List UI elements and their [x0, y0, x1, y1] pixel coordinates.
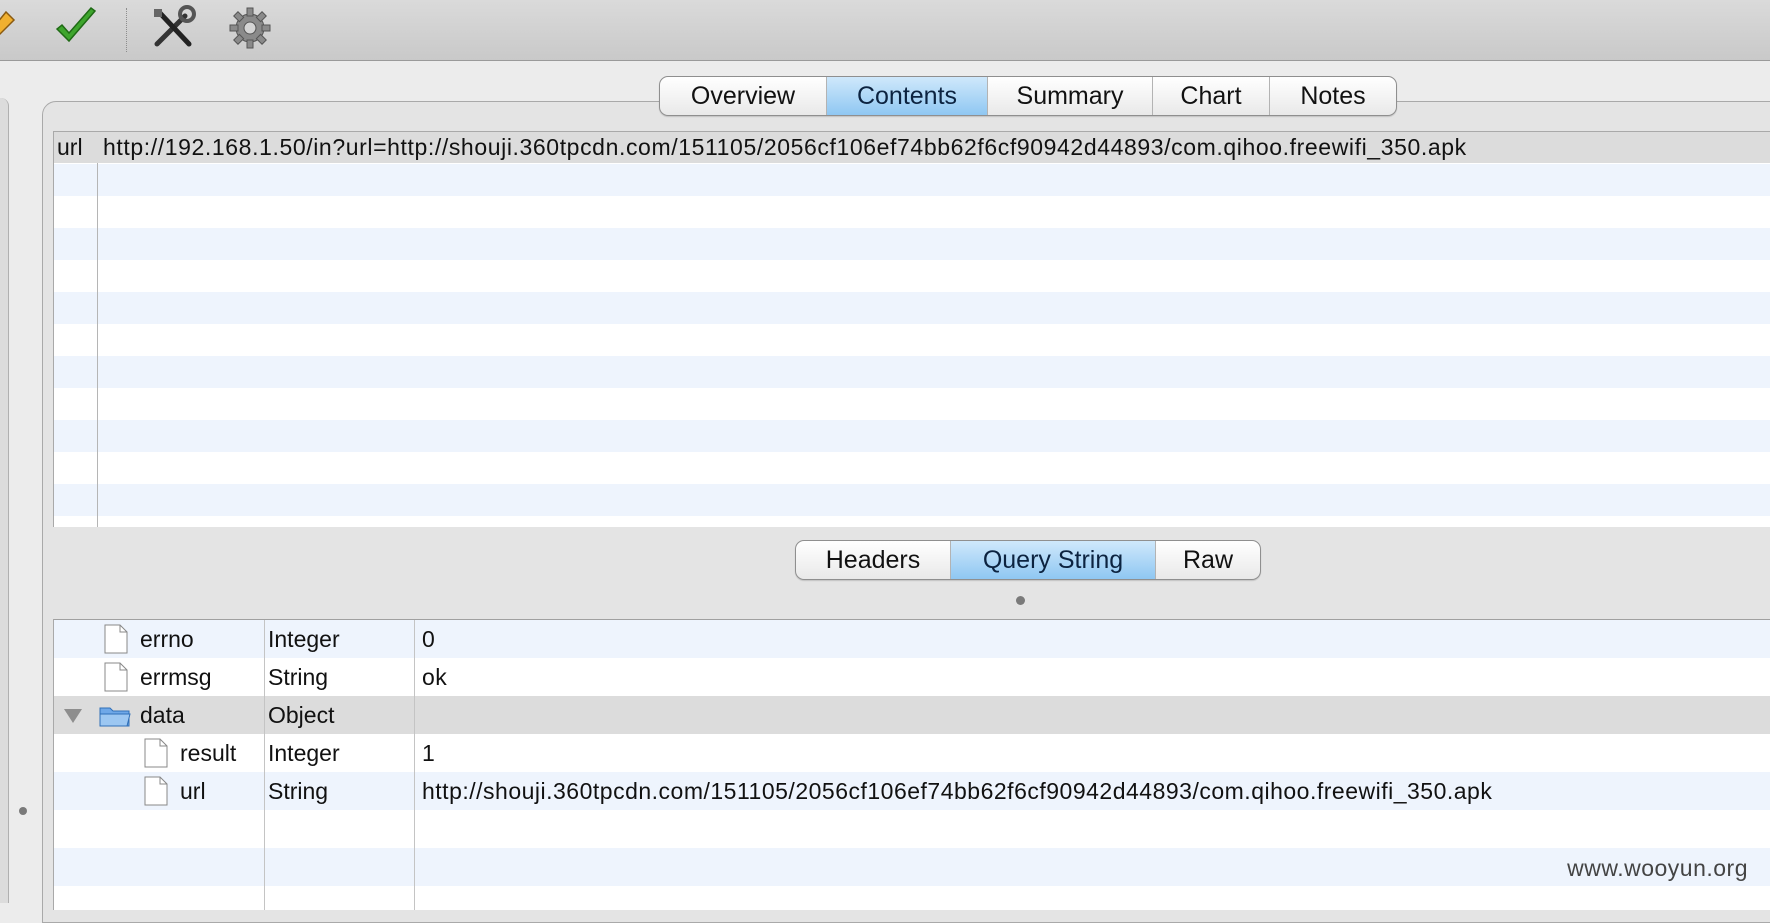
- document-icon: [104, 662, 128, 692]
- tab-raw[interactable]: Raw: [1156, 541, 1260, 579]
- tools-icon[interactable]: [149, 4, 197, 52]
- tree-row-type: Integer: [268, 625, 340, 652]
- tree-row-type: String: [268, 777, 329, 804]
- tree-row-empty: [54, 848, 1770, 886]
- query-string-tree[interactable]: errno Integer 0 errmsg String ok data Ob…: [53, 619, 1770, 910]
- tree-row-errno[interactable]: errno Integer 0: [54, 620, 1770, 658]
- tree-row-type: String: [268, 663, 329, 690]
- document-icon: [144, 738, 168, 768]
- tree-row-type: Integer: [268, 739, 340, 766]
- tree-row-type: Object: [268, 701, 335, 728]
- request-url-list[interactable]: url http://192.168.1.50/in?url=http://sh…: [53, 131, 1770, 527]
- url-row[interactable]: url http://192.168.1.50/in?url=http://sh…: [54, 132, 1770, 163]
- document-icon: [104, 624, 128, 654]
- toolbar: [0, 0, 1770, 61]
- checkmark-icon[interactable]: [52, 4, 100, 52]
- tree-row-value: ok: [422, 663, 448, 690]
- column-divider: [264, 620, 265, 910]
- tree-row-name: errno: [140, 625, 194, 652]
- splitter-handle-bottom[interactable]: [1016, 596, 1025, 605]
- tree-row-value: 0: [422, 625, 436, 652]
- url-key: url: [57, 134, 83, 160]
- tree-row-name: url: [180, 777, 206, 804]
- content-tabs: Overview Contents Summary Chart Notes: [659, 76, 1397, 116]
- disclosure-triangle-icon[interactable]: [64, 709, 82, 723]
- watermark: www.wooyun.org: [1567, 855, 1748, 881]
- tree-row-url[interactable]: url String http://shouji.360tpcdn.com/15…: [54, 772, 1770, 810]
- tab-overview[interactable]: Overview: [660, 77, 827, 115]
- tab-notes[interactable]: Notes: [1270, 77, 1396, 115]
- document-icon: [144, 776, 168, 806]
- tree-row-data[interactable]: data Object: [54, 696, 1770, 734]
- tab-contents[interactable]: Contents: [827, 77, 988, 115]
- tab-headers[interactable]: Headers: [796, 541, 951, 579]
- tree-row-empty: [54, 886, 1770, 910]
- tree-row-errmsg[interactable]: errmsg String ok: [54, 658, 1770, 696]
- toolbar-separator: [126, 8, 127, 52]
- tree-row-value: http://shouji.360tpcdn.com/151105/2056cf…: [422, 777, 1493, 804]
- tab-summary[interactable]: Summary: [988, 77, 1153, 115]
- tree-row-name: result: [180, 739, 237, 766]
- tree-row-empty: [54, 810, 1770, 848]
- request-detail-tabs: Headers Query String Raw: [795, 540, 1261, 580]
- tree-row-result[interactable]: result Integer 1: [54, 734, 1770, 772]
- tree-row-value: 1: [422, 739, 436, 766]
- gear-icon[interactable]: [226, 4, 274, 52]
- left-sidebar-edge: [0, 98, 9, 903]
- url-value: http://192.168.1.50/in?url=http://shouji…: [103, 134, 1467, 160]
- tab-query-string[interactable]: Query String: [951, 541, 1156, 579]
- column-divider: [414, 620, 415, 910]
- tree-row-name: errmsg: [140, 663, 212, 690]
- tree-row-name: data: [140, 701, 185, 728]
- folder-icon: [99, 707, 131, 727]
- splitter-handle[interactable]: [19, 807, 27, 815]
- pencil-icon[interactable]: [0, 4, 26, 52]
- tab-chart[interactable]: Chart: [1153, 77, 1270, 115]
- column-divider: [97, 163, 98, 527]
